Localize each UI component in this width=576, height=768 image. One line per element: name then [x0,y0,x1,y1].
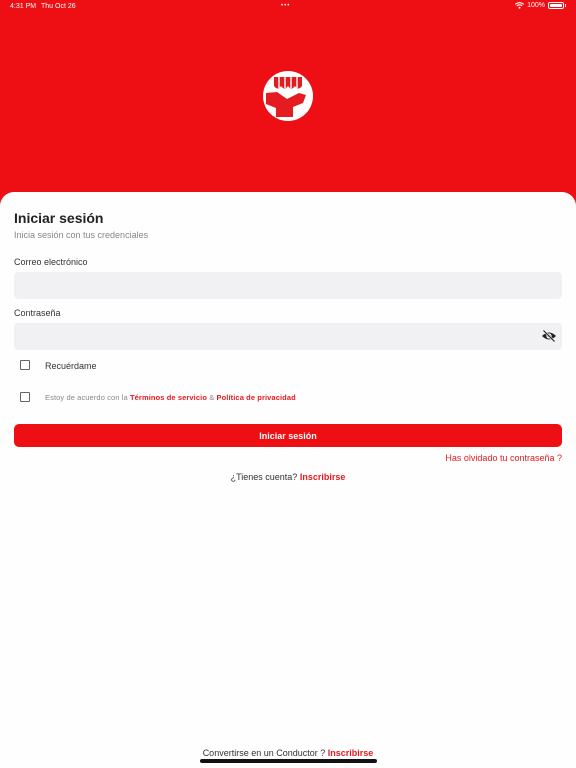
home-indicator[interactable] [200,759,377,763]
store-awning-icon [263,71,313,121]
status-time: 4:31 PM [10,3,37,10]
page-subtitle: Inicia sesión con tus credenciales [14,230,149,240]
status-bar: 4:31 PM Thu Oct 26 ••• 100% [0,0,576,14]
privacy-policy-link[interactable]: Política de privacidad [216,393,295,402]
terms-checkbox[interactable] [20,392,30,402]
login-card: Iniciar sesión Inicia sesión con tus cre… [0,192,576,768]
battery-tip [565,4,566,7]
password-field[interactable] [14,323,562,350]
signup-link[interactable]: Inscribirse [300,472,346,482]
login-button[interactable]: Iniciar sesión [14,424,562,447]
battery-percent: 100% [527,2,545,9]
remember-me-label: Recuérdame [45,361,97,371]
signup-line: ¿Tienes cuenta? Inscribirse [0,472,576,482]
terms-prefix: Estoy de acuerdo con la [45,393,128,402]
battery-icon [548,2,564,9]
terms-ampersand: & [209,393,215,402]
status-date: Thu Oct 26 [41,3,76,10]
wifi-icon [515,2,525,9]
eye-off-icon[interactable] [541,329,557,343]
forgot-password-link[interactable]: Has olvidado tu contraseña ? [445,453,562,463]
status-right: 100% [515,2,566,9]
terms-of-service-link[interactable]: Términos de servicio [130,393,207,402]
driver-signup-link[interactable]: Inscribirse [328,748,374,758]
password-label: Contraseña [14,308,61,318]
signup-prompt: ¿Tienes cuenta? [230,472,298,482]
driver-prompt: Convertirse en un Conductor ? [202,748,326,758]
terms-text: Estoy de acuerdo con la Términos de serv… [45,393,296,402]
remember-me-checkbox[interactable] [20,360,30,370]
driver-signup-line: Convertirse en un Conductor ? Inscribirs… [0,748,576,758]
email-field[interactable] [14,272,562,299]
email-label: Correo electrónico [14,257,88,267]
multitasking-dots[interactable]: ••• [281,3,290,9]
page-title: Iniciar sesión [14,210,104,226]
